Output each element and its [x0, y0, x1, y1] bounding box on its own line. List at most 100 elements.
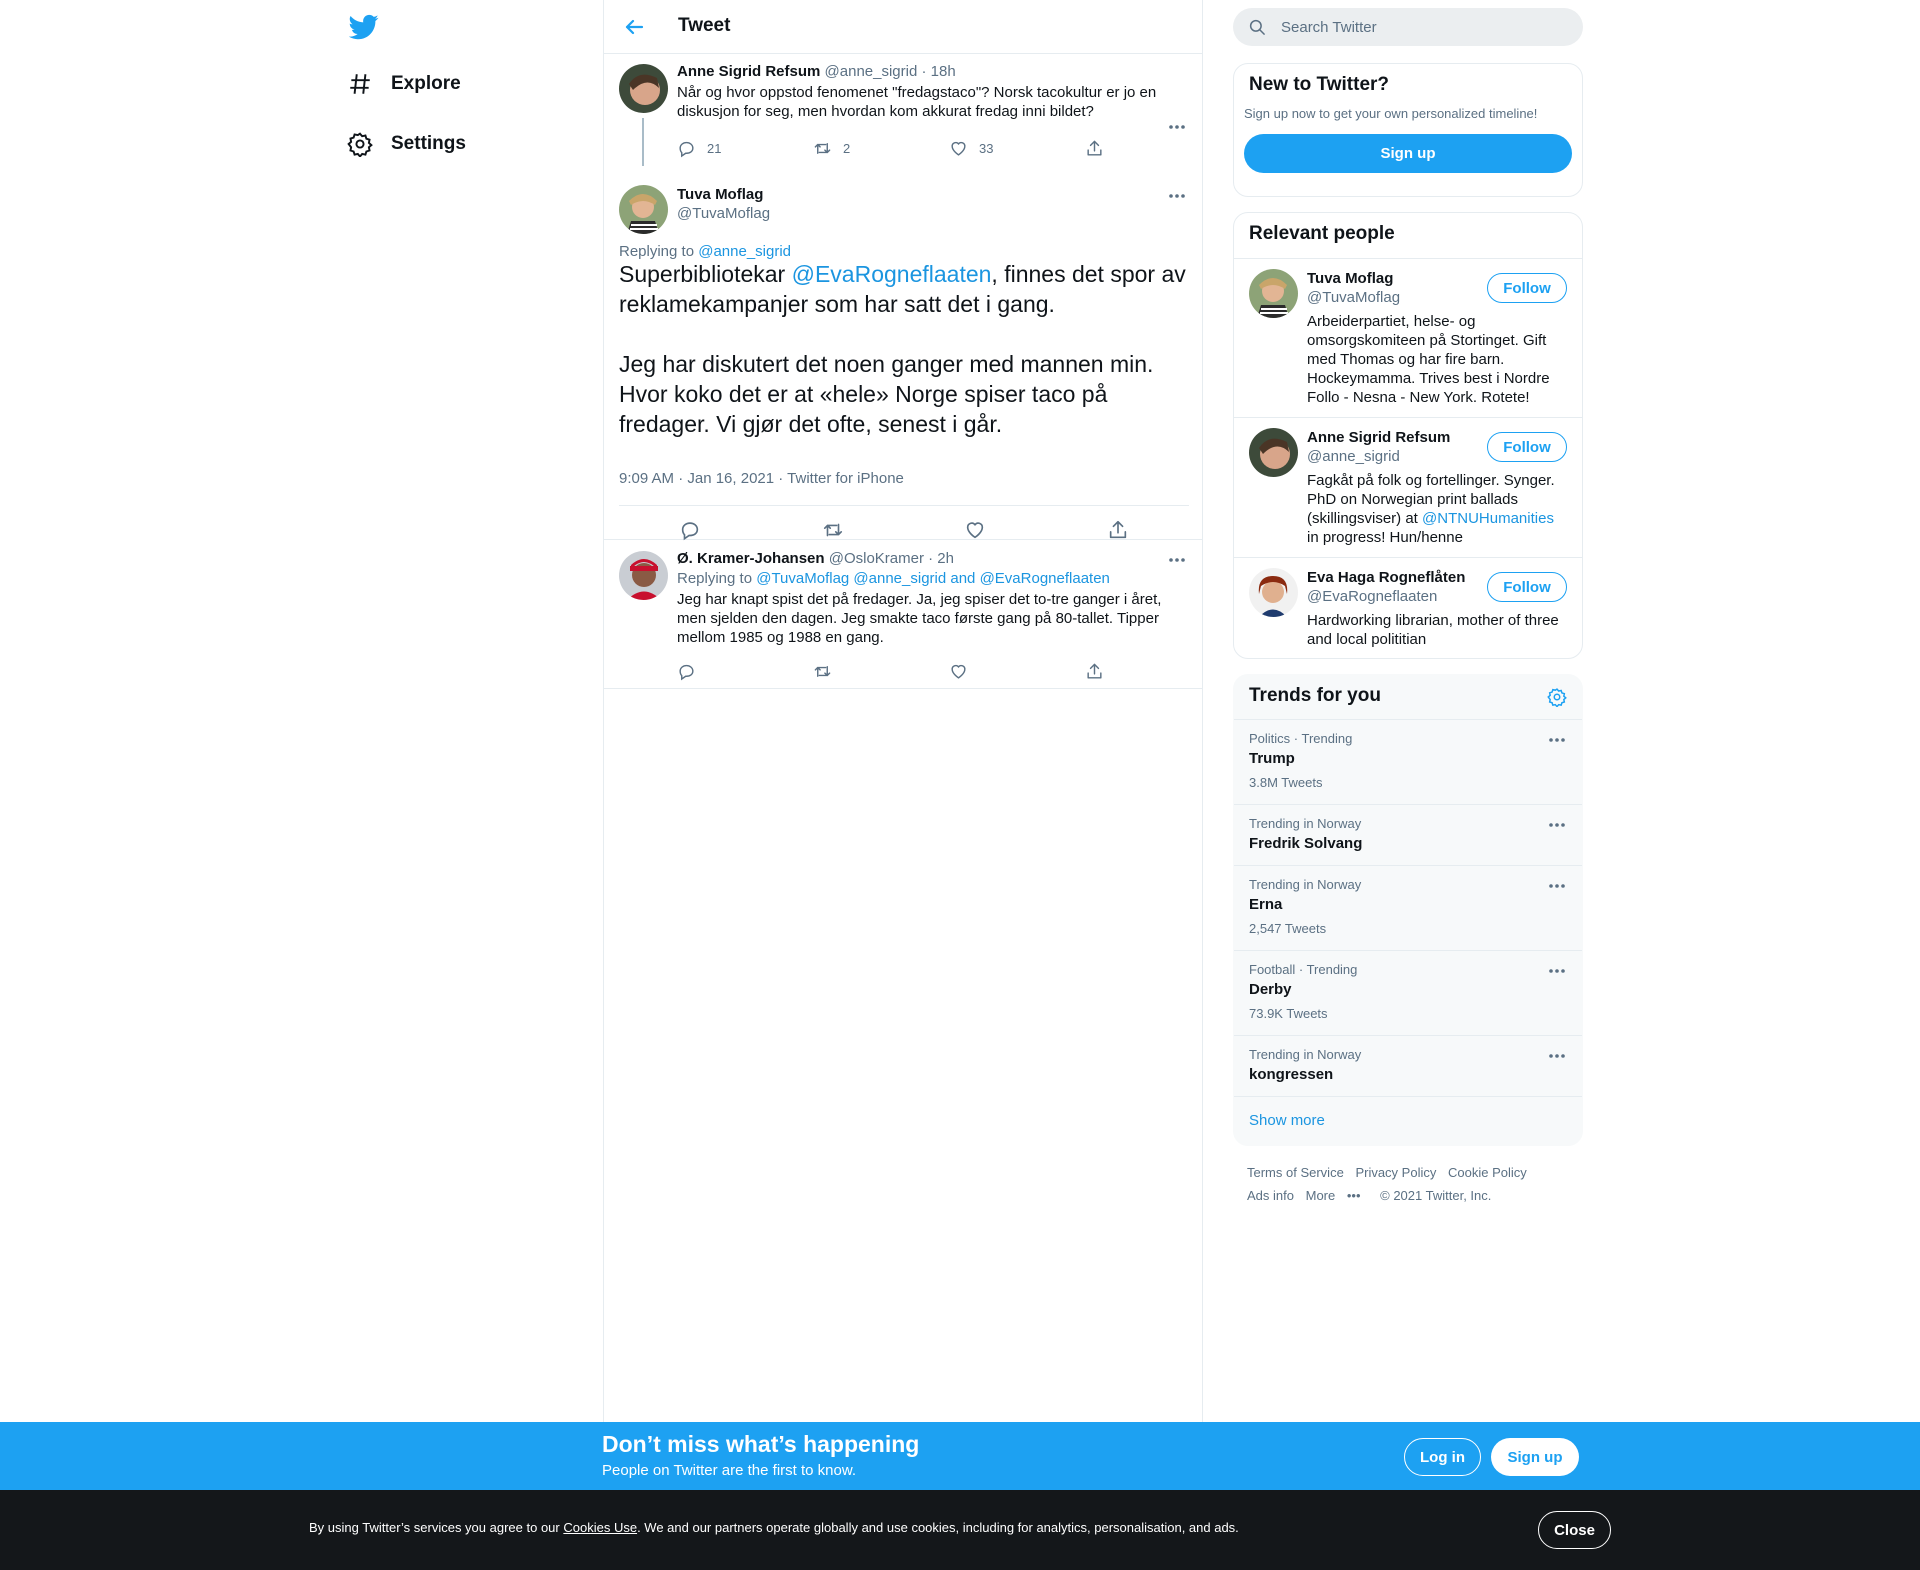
- heart-icon[interactable]: [964, 519, 986, 541]
- avatar[interactable]: [619, 185, 668, 234]
- more-options-icon[interactable]: [1167, 550, 1187, 570]
- mention-links[interactable]: @TuvaMoflag @anne_sigrid and @EvaRognefl…: [756, 570, 1110, 587]
- like-button[interactable]: [949, 662, 1085, 681]
- replying-to-label: Replying to: [677, 570, 757, 587]
- close-button[interactable]: Close: [1538, 1511, 1611, 1549]
- retweet-icon: [813, 662, 832, 681]
- mention-link[interactable]: @NTNUHumanities: [1422, 510, 1554, 527]
- reply-button[interactable]: [677, 662, 813, 681]
- nav-settings[interactable]: Settings: [347, 119, 466, 169]
- share-icon: [1085, 662, 1104, 681]
- tweet-time[interactable]: · 2h: [928, 550, 954, 567]
- avatar[interactable]: [1249, 568, 1298, 617]
- more-options-icon[interactable]: [1547, 815, 1567, 835]
- avatar[interactable]: [619, 551, 668, 600]
- cookie-text-after: . We and our partners operate globally a…: [637, 1520, 1239, 1535]
- gear-icon: [347, 131, 373, 157]
- reply-button[interactable]: 21: [677, 139, 813, 158]
- trend-meta: Trending in Norway: [1249, 816, 1362, 831]
- tweet-timestamp[interactable]: 9:09 AM · Jan 16, 2021 · Twitter for iPh…: [619, 470, 904, 487]
- more-options-icon[interactable]: [1547, 1046, 1567, 1066]
- reply-icon[interactable]: [679, 519, 701, 541]
- signup-banner: Don’t miss what’s happening People on Tw…: [0, 1422, 1920, 1490]
- mention-link[interactable]: @anne_sigrid: [698, 243, 791, 260]
- trend-name: Erna: [1249, 896, 1283, 913]
- trend-item[interactable]: Politics · Trending Trump 3.8M Tweets: [1234, 719, 1582, 804]
- main-column: Tweet Anne Sigrid Refsum @anne_sigrid · …: [603, 0, 1203, 1422]
- card-title: Relevant people: [1249, 223, 1395, 244]
- gear-icon[interactable]: [1547, 687, 1567, 707]
- author-name[interactable]: Anne Sigrid Refsum: [677, 63, 820, 80]
- avatar[interactable]: [619, 64, 668, 113]
- ads-info-link[interactable]: Ads info: [1247, 1188, 1294, 1203]
- retweet-icon[interactable]: [822, 519, 844, 541]
- replying-to: Replying to @TuvaMoflag @anne_sigrid and…: [677, 570, 1110, 587]
- search-input[interactable]: [1281, 8, 1571, 46]
- trend-item[interactable]: Trending in Norway Erna 2,547 Tweets: [1234, 865, 1582, 950]
- avatar[interactable]: [1249, 428, 1298, 477]
- sign-up-button[interactable]: Sign up: [1244, 134, 1572, 173]
- log-in-button[interactable]: Log in: [1404, 1438, 1481, 1476]
- trend-meta: Politics · Trending: [1249, 731, 1353, 746]
- nav-explore[interactable]: Explore: [347, 59, 461, 109]
- tweet-text: Jeg har knapt spist det på fredager. Ja,…: [677, 591, 1162, 646]
- more-options-icon[interactable]: [1547, 876, 1567, 896]
- share-icon[interactable]: [1107, 519, 1129, 541]
- person-item[interactable]: Eva Haga Rogneflåten @EvaRogneflaaten Ha…: [1234, 557, 1582, 658]
- page-title: Tweet: [678, 15, 731, 36]
- banner-subtitle: People on Twitter are the first to know.: [602, 1462, 857, 1479]
- reply-count: 21: [707, 141, 722, 156]
- trend-item[interactable]: Trending in Norway Fredrik Solvang: [1234, 804, 1582, 865]
- person-item[interactable]: Anne Sigrid Refsum @anne_sigrid Fagkåt p…: [1234, 417, 1582, 557]
- more-link[interactable]: More •••: [1306, 1188, 1369, 1203]
- cookie-text: By using Twitter’s services you agree to…: [309, 1520, 1239, 1535]
- person-item[interactable]: Tuva Moflag @TuvaMoflag Arbeiderpartiet,…: [1234, 258, 1582, 417]
- author-handle[interactable]: @TuvaMoflag: [677, 205, 770, 222]
- privacy-link[interactable]: Privacy Policy: [1355, 1165, 1436, 1180]
- cookie-policy-link[interactable]: Cookie Policy: [1448, 1165, 1527, 1180]
- terms-link[interactable]: Terms of Service: [1247, 1165, 1344, 1180]
- card-title: Trends for you: [1234, 675, 1582, 719]
- author-handle[interactable]: @anne_sigrid: [825, 63, 918, 80]
- footer-links: Terms of Service Privacy Policy Cookie P…: [1247, 1161, 1567, 1207]
- more-options-icon[interactable]: [1167, 186, 1187, 206]
- tweet-time[interactable]: · 18h: [922, 63, 956, 80]
- thread-line: [642, 118, 644, 166]
- cookies-use-link[interactable]: Cookies Use: [563, 1520, 637, 1535]
- more-options-icon[interactable]: [1547, 961, 1567, 981]
- mention-link[interactable]: @EvaRogneflaaten: [792, 261, 992, 287]
- trend-count: 2,547 Tweets: [1249, 921, 1327, 936]
- trend-name: Derby: [1249, 981, 1292, 998]
- follow-button[interactable]: Follow: [1487, 432, 1567, 462]
- trend-item[interactable]: Football · Trending Derby 73.9K Tweets: [1234, 950, 1582, 1035]
- show-more-link[interactable]: Show more: [1249, 1112, 1325, 1129]
- reply-tweet[interactable]: Ø. Kramer-Johansen @OsloKramer · 2h Repl…: [604, 540, 1202, 689]
- replying-to: Replying to @anne_sigrid: [619, 243, 791, 260]
- follow-button[interactable]: Follow: [1487, 273, 1567, 303]
- parent-tweet[interactable]: Anne Sigrid Refsum @anne_sigrid · 18h Nå…: [604, 54, 1202, 175]
- more-dots-icon: •••: [1346, 1188, 1361, 1203]
- author-name[interactable]: Ø. Kramer-Johansen: [677, 550, 825, 567]
- retweet-button[interactable]: 2: [813, 139, 949, 158]
- like-button[interactable]: 33: [949, 139, 1085, 158]
- card-title: New to Twitter?: [1249, 74, 1390, 95]
- trends-title: Trends for you: [1249, 685, 1381, 706]
- share-button[interactable]: [1085, 139, 1221, 158]
- author-handle[interactable]: @OsloKramer: [829, 550, 924, 567]
- show-more-row: Show more: [1234, 1096, 1582, 1144]
- tweet-actions: [677, 662, 1221, 681]
- twitter-logo-icon[interactable]: [349, 12, 379, 42]
- more-options-icon[interactable]: [1547, 730, 1567, 750]
- heart-icon: [949, 662, 968, 681]
- share-button[interactable]: [1085, 662, 1221, 681]
- hashtag-icon: [347, 71, 373, 97]
- trend-item[interactable]: Trending in Norway kongressen: [1234, 1035, 1582, 1096]
- reply-icon: [677, 662, 696, 681]
- search-box[interactable]: [1233, 8, 1583, 46]
- avatar[interactable]: [1249, 269, 1298, 318]
- retweet-button[interactable]: [813, 662, 949, 681]
- author-name[interactable]: Tuva Moflag: [677, 186, 770, 203]
- follow-button[interactable]: Follow: [1487, 572, 1567, 602]
- sign-up-button[interactable]: Sign up: [1491, 1438, 1579, 1476]
- back-arrow-icon[interactable]: [622, 15, 646, 39]
